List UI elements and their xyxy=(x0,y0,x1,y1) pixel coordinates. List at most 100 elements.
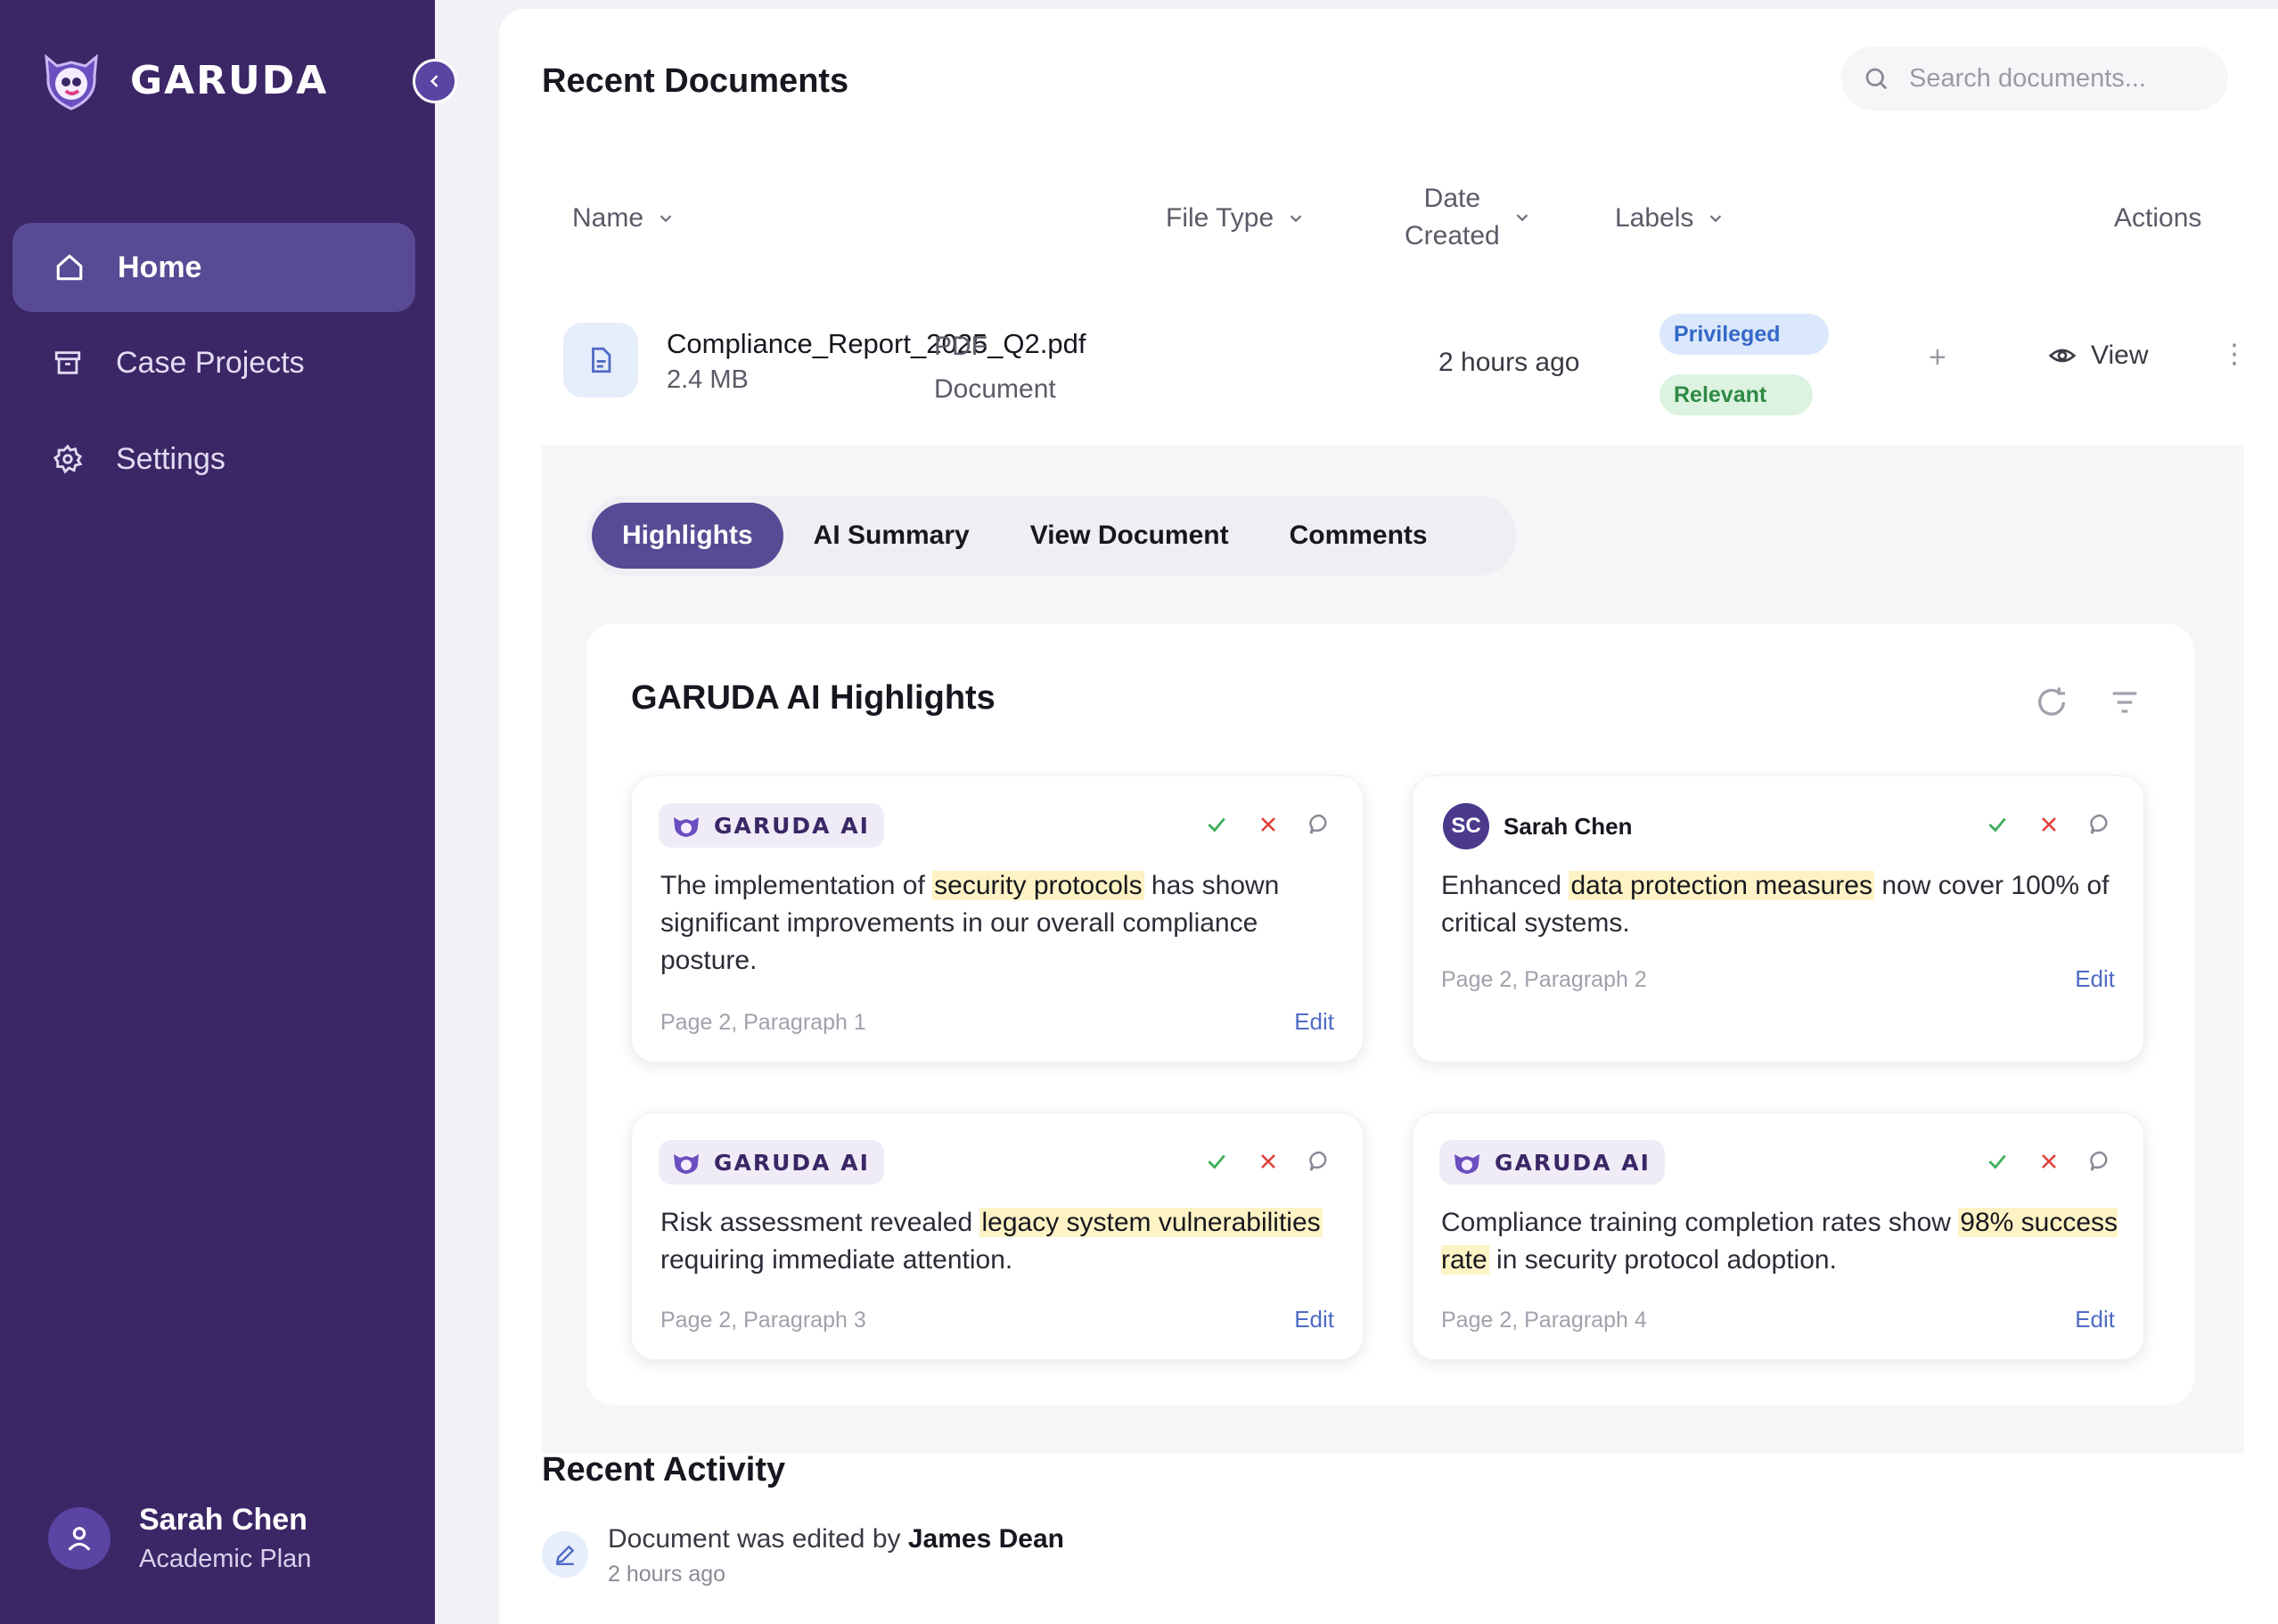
highlight-location: Page 2, Paragraph 3 xyxy=(660,1308,866,1333)
page-title: Recent Documents xyxy=(542,62,849,100)
date-created: 2 hours ago xyxy=(1438,348,1580,377)
column-label: Name xyxy=(572,203,644,233)
column-label: Labels xyxy=(1615,203,1694,233)
highlighted-phrase: security protocols xyxy=(932,871,1144,900)
reject-icon[interactable] xyxy=(1252,1145,1284,1177)
author-name: Sarah Chen xyxy=(1504,812,1633,840)
more-options-button[interactable]: ⋮ xyxy=(2221,339,2248,370)
highlight-text: Enhanced data protection measures now co… xyxy=(1441,867,2118,942)
archive-icon xyxy=(50,345,86,381)
tab-view-document[interactable]: View Document xyxy=(1000,503,1259,569)
filter-icon[interactable] xyxy=(2107,685,2143,720)
chevron-down-icon xyxy=(1290,215,1302,223)
reject-icon[interactable] xyxy=(2033,1145,2065,1177)
home-icon xyxy=(52,250,87,285)
file-type: PDF Document xyxy=(934,325,1086,411)
ai-badge-label: GARUDA AI xyxy=(714,812,870,839)
text-segment: in security protocol adoption. xyxy=(1488,1245,1837,1275)
file-type-line: Document xyxy=(934,374,1056,404)
table-row[interactable]: Compliance_Report_2025_Q2.pdf 2.4 MB PDF… xyxy=(542,276,2271,446)
sidebar-item-case-projects[interactable]: Case Projects xyxy=(12,318,415,407)
column-header-date-created[interactable]: Date Created xyxy=(1405,180,1532,255)
column-header-name[interactable]: Name xyxy=(572,203,676,234)
refresh-icon[interactable] xyxy=(2034,685,2069,720)
comment-icon[interactable] xyxy=(1304,808,1336,841)
highlight-card: GARUDA AI Compliance training completion… xyxy=(1412,1112,2144,1360)
text-segment: Compliance training completion rates sho… xyxy=(1441,1208,1959,1237)
column-header-labels[interactable]: Labels xyxy=(1615,203,1725,234)
search-box[interactable] xyxy=(1841,46,2228,111)
highlight-location: Page 2, Paragraph 1 xyxy=(660,1010,866,1035)
add-label-button[interactable]: + xyxy=(1929,340,1946,375)
column-label: Date Created xyxy=(1405,180,1500,255)
comment-icon[interactable] xyxy=(2085,1145,2117,1177)
card-author: SC Sarah Chen xyxy=(1443,803,1633,849)
highlighted-phrase: data protection measures xyxy=(1569,871,1874,900)
card-actions xyxy=(1181,808,1336,841)
sidebar-item-label: Case Projects xyxy=(116,345,305,380)
text-segment: The implementation of xyxy=(660,871,933,900)
collapse-sidebar-button[interactable] xyxy=(413,59,457,103)
file-icon xyxy=(563,323,638,398)
brand-name: GARUDA xyxy=(130,57,329,103)
activity-text: Document was edited by xyxy=(608,1524,908,1554)
eye-icon xyxy=(2048,349,2077,363)
highlight-text: The implementation of security protocols… xyxy=(660,867,1338,980)
tab-bar: Highlights AI Summary View Document Comm… xyxy=(586,496,1517,576)
tab-ai-summary[interactable]: AI Summary xyxy=(783,503,1000,569)
avatar xyxy=(48,1507,111,1570)
text-segment: requiring immediate attention. xyxy=(660,1245,1013,1275)
search-icon xyxy=(1861,63,1891,94)
sidebar-item-home[interactable]: Home xyxy=(12,223,415,312)
highlight-card: SC Sarah Chen Enhanced data protection m… xyxy=(1412,775,2144,1062)
edit-link[interactable]: Edit xyxy=(1294,1306,1334,1333)
highlights-panel: GARUDA AI Highlights GARUDA AI The imple… xyxy=(586,624,2194,1405)
activity-time: 2 hours ago xyxy=(608,1562,726,1587)
column-label-line: Created xyxy=(1405,221,1500,250)
sidebar: GARUDA Home Case Projects Settings Sarah… xyxy=(0,0,435,1624)
view-button[interactable]: View xyxy=(2048,340,2148,371)
chevron-down-icon xyxy=(1516,214,1528,222)
edit-link[interactable]: Edit xyxy=(2075,965,2115,993)
approve-icon[interactable] xyxy=(1981,1145,2013,1177)
text-segment: Risk assessment revealed xyxy=(660,1208,980,1237)
gear-icon xyxy=(50,441,86,477)
highlights-title: GARUDA AI Highlights xyxy=(631,679,996,717)
approve-icon[interactable] xyxy=(1981,808,2013,841)
ai-badge: GARUDA AI xyxy=(659,803,884,848)
highlight-card: GARUDA AI Risk assessment revealed legac… xyxy=(631,1112,1364,1360)
user-plan: Academic Plan xyxy=(139,1545,312,1573)
ai-badge: GARUDA AI xyxy=(1439,1140,1665,1185)
approve-icon[interactable] xyxy=(1200,1145,1233,1177)
label-privileged[interactable]: Privileged xyxy=(1659,314,1829,355)
chevron-down-icon xyxy=(1710,215,1722,223)
highlight-card: GARUDA AI The implementation of security… xyxy=(631,775,1364,1062)
label-relevant[interactable]: Relevant xyxy=(1659,374,1813,415)
reject-icon[interactable] xyxy=(1252,808,1284,841)
reject-icon[interactable] xyxy=(2033,808,2065,841)
edit-link[interactable]: Edit xyxy=(1294,1008,1334,1036)
column-label-line: Date xyxy=(1423,184,1481,213)
user-name: Sarah Chen xyxy=(139,1503,307,1537)
avatar: SC xyxy=(1443,803,1489,849)
search-input[interactable] xyxy=(1909,63,2203,94)
ai-badge: GARUDA AI xyxy=(659,1140,884,1185)
activity-item[interactable]: Document was edited by James Dean 2 hour… xyxy=(542,1524,1064,1587)
tab-highlights[interactable]: Highlights xyxy=(592,503,783,569)
activity-description: Document was edited by James Dean xyxy=(608,1524,1064,1554)
highlight-text: Risk assessment revealed legacy system v… xyxy=(660,1204,1338,1279)
chevron-left-icon xyxy=(430,75,438,87)
tab-comments[interactable]: Comments xyxy=(1259,503,1458,569)
sidebar-item-settings[interactable]: Settings xyxy=(12,414,415,504)
column-header-file-type[interactable]: File Type xyxy=(1166,203,1306,234)
text-segment: Enhanced xyxy=(1441,871,1569,900)
comment-icon[interactable] xyxy=(2085,808,2117,841)
activity-title: Recent Activity xyxy=(542,1451,786,1489)
approve-icon[interactable] xyxy=(1200,808,1233,841)
card-actions xyxy=(1962,1145,2117,1177)
edit-link[interactable]: Edit xyxy=(2075,1306,2115,1333)
user-profile[interactable]: Sarah Chen Academic Plan xyxy=(48,1503,311,1574)
comment-icon[interactable] xyxy=(1304,1145,1336,1177)
brand[interactable]: GARUDA xyxy=(39,45,328,116)
column-label: Actions xyxy=(2114,203,2202,233)
